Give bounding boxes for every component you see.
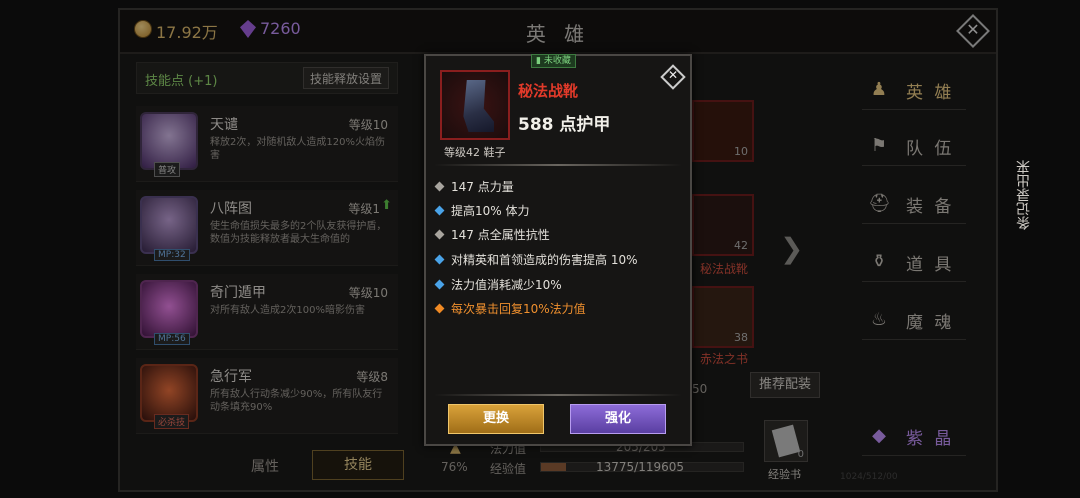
stat-text: 对精英和首领造成的伤害提高 10% <box>451 253 638 267</box>
item-stat: 对精英和首领造成的伤害提高 10% <box>434 251 638 268</box>
divider <box>434 164 682 166</box>
bullet-icon <box>434 279 445 290</box>
item-image <box>440 70 510 140</box>
screen-record-text: 条记录出来 <box>1016 160 1032 230</box>
item-stat: 147 点全属性抗性 <box>434 226 550 243</box>
item-stat: 法力值消耗减少10% <box>434 276 562 293</box>
uncollected-label: 未收藏 <box>543 56 571 66</box>
bullet-icon <box>434 229 445 240</box>
bullet-icon <box>434 205 445 216</box>
divider <box>434 394 682 396</box>
popup-close-button[interactable]: ✕ <box>660 64 686 90</box>
stat-text: 提高10% 体力 <box>451 204 530 218</box>
book-icon: ▮ <box>536 56 544 66</box>
stat-text: 法力值消耗减少10% <box>451 278 562 292</box>
uncollected-badge: ▮ 未收藏 <box>531 54 576 68</box>
item-name: 秘法战靴 <box>518 82 579 100</box>
bullet-icon <box>434 303 445 314</box>
stat-text: 每次暴击回复10%法力值 <box>451 302 586 316</box>
swap-button[interactable]: 更换 <box>448 404 544 434</box>
upgrade-button[interactable]: 强化 <box>570 404 666 434</box>
bullet-icon <box>434 181 445 192</box>
bullet-icon <box>434 254 445 265</box>
item-stat: 提高10% 体力 <box>434 202 530 219</box>
stat-text: 147 点力量 <box>451 180 514 194</box>
item-level-type: 等级42 鞋子 <box>444 146 506 159</box>
stat-text: 147 点全属性抗性 <box>451 228 550 242</box>
item-armor: 588 点护甲 <box>518 115 611 135</box>
close-icon: ✕ <box>667 68 679 82</box>
item-stat: 147 点力量 <box>434 178 514 195</box>
item-stat-legendary: 每次暴击回复10%法力值 <box>434 300 586 317</box>
item-detail-popup: ▮ 未收藏 ✕ 秘法战靴 588 点护甲 等级42 鞋子 147 点力量 提高1… <box>424 54 692 446</box>
boots-icon <box>463 80 494 132</box>
